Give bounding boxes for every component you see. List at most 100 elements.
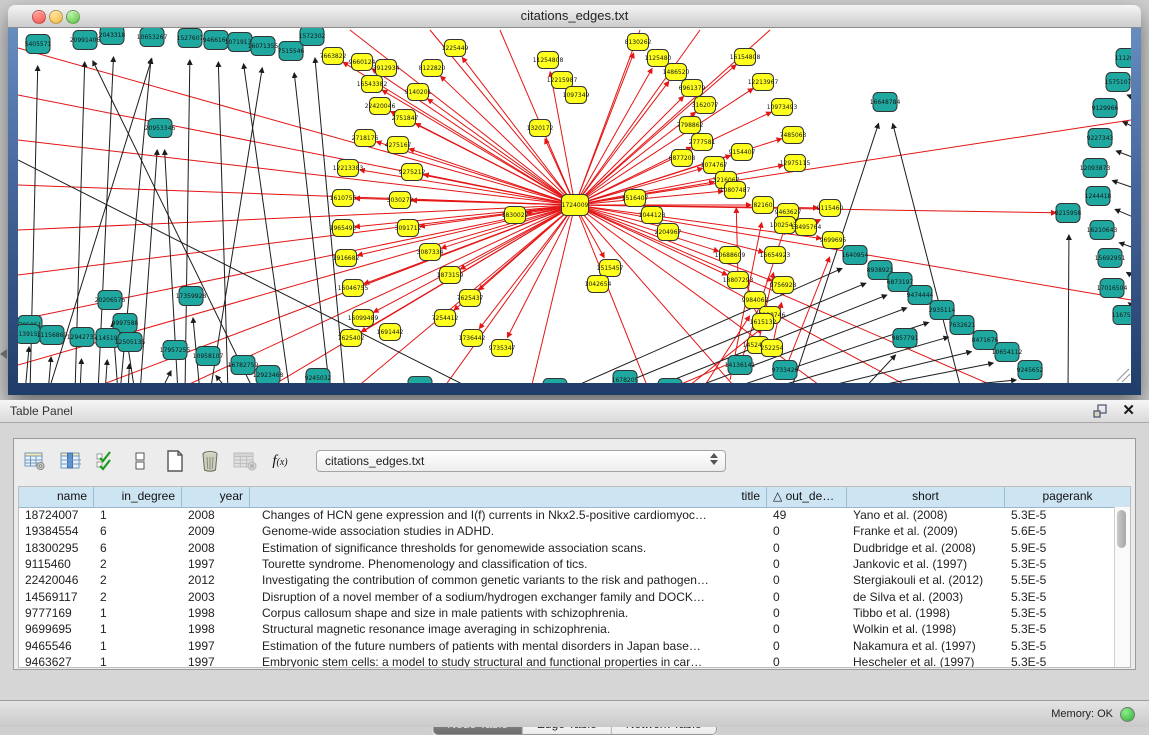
table-row[interactable]: 2242004622012Investigating the contribut… <box>19 572 1115 588</box>
graph-edge-black[interactable] <box>25 347 29 383</box>
panel-collapse-arrow-icon[interactable] <box>0 349 7 359</box>
graph-node[interactable]: 7625437 <box>457 290 484 307</box>
graph-node[interactable]: 3091712 <box>395 220 422 237</box>
table-row[interactable]: 969969511998Structural magnetic resonanc… <box>19 621 1115 637</box>
graph-node[interactable]: 1678205 <box>612 371 639 384</box>
graph-node[interactable]: 4275167 <box>385 137 412 154</box>
graph-node[interactable]: 1225449 <box>442 40 469 57</box>
graph-node[interactable]: 2204967 <box>655 224 682 241</box>
table-row[interactable]: 946554611997Estimation of the future num… <box>19 637 1115 653</box>
graph-node[interactable]: 8130262 <box>625 34 652 51</box>
graph-edge-red[interactable] <box>428 99 575 205</box>
table-settings-button[interactable] <box>22 448 48 474</box>
graph-node[interactable]: 7254412 <box>432 310 459 327</box>
graph-node[interactable]: 9699695 <box>820 232 847 249</box>
graph-edge-black[interactable] <box>48 357 51 383</box>
graph-node[interactable]: 7515546 <box>278 42 305 61</box>
graph-node[interactable]: 1873159 <box>437 267 464 284</box>
table-selector-dropdown[interactable]: citations_edges.txt <box>316 450 726 472</box>
graph-node[interactable]: 5405571 <box>25 35 52 54</box>
graph-node[interactable]: 20953346 <box>145 119 176 138</box>
graph-edge-red[interactable] <box>530 205 575 383</box>
graph-edge-red[interactable] <box>416 123 575 205</box>
graph-node[interactable]: 1610755 <box>330 190 357 207</box>
create-table-button[interactable] <box>162 448 188 474</box>
graph-node[interactable]: 1516407 <box>622 190 649 207</box>
table-row[interactable]: 1872400712008Changes of HCN gene express… <box>19 507 1115 523</box>
graph-node[interactable]: 16654923 <box>760 247 791 264</box>
graph-edge-black[interactable] <box>1112 181 1131 190</box>
rows-button[interactable] <box>127 448 153 474</box>
table-scrollbar-thumb[interactable] <box>1117 510 1126 548</box>
graph-edge-black[interactable] <box>160 371 171 383</box>
graph-node[interactable]: 16648784 <box>870 93 901 112</box>
network-canvas[interactable]: 5405571209914062043318106532671527607946… <box>18 28 1131 383</box>
graph-node[interactable]: 9275212 <box>399 164 426 181</box>
graph-node[interactable]: 9857791 <box>892 329 919 348</box>
table-row[interactable]: 1938455462009Genome-wide association stu… <box>19 523 1115 539</box>
graph-node[interactable]: 9245652 <box>1017 361 1044 380</box>
graph-node[interactable]: 17359928 <box>176 287 207 306</box>
graph-edge-black[interactable] <box>840 363 993 383</box>
graph-edge-black[interactable] <box>800 352 971 383</box>
graph-edge-black[interactable] <box>80 359 82 383</box>
graph-node[interactable]: 7663822 <box>320 48 347 65</box>
graph-node[interactable]: 9227343 <box>1087 129 1114 148</box>
column-header-pagerank[interactable]: pagerank <box>1005 487 1130 507</box>
graph-node[interactable]: 3912934 <box>373 60 400 77</box>
graph-node[interactable]: 1691442 <box>377 324 404 341</box>
graph-node[interactable]: 1244418 <box>1085 187 1112 206</box>
graph-edge-black[interactable] <box>1127 272 1131 280</box>
table-scrollbar[interactable] <box>1114 507 1130 667</box>
graph-node[interactable]: 9129966 <box>1092 99 1119 118</box>
close-panel-icon[interactable]: ✕ <box>1122 401 1135 419</box>
graph-edge-black[interactable] <box>140 150 157 383</box>
graph-node[interactable]: 10958107 <box>193 347 224 366</box>
graph-edge-black[interactable] <box>1068 235 1069 383</box>
graph-node[interactable]: 12213967 <box>748 74 779 91</box>
graph-node[interactable]: 7254061 <box>407 377 434 384</box>
graph-node[interactable]: 3162077 <box>692 97 719 114</box>
table-row[interactable]: 946362711997Embryonic stem cells: a mode… <box>19 654 1115 667</box>
graph-node[interactable]: 14136141 <box>725 356 756 375</box>
graph-edge-black[interactable] <box>210 68 262 383</box>
graph-node[interactable]: 12093873 <box>1080 159 1111 178</box>
graph-node[interactable]: 1572302 <box>299 28 326 46</box>
graph-edge-red[interactable] <box>736 208 738 280</box>
select-mode-button[interactable] <box>92 448 118 474</box>
column-header-in-degree[interactable]: in_degree <box>94 487 182 507</box>
graph-node[interactable]: 16046755 <box>338 280 369 297</box>
table-row[interactable]: 977716911998Corpus callosum shape and si… <box>19 605 1115 621</box>
graph-node[interactable]: 9215958 <box>1055 204 1082 223</box>
graph-node[interactable]: 7485063 <box>780 127 807 144</box>
graph-node[interactable]: 6877208 <box>669 150 696 167</box>
graph-edge-red[interactable] <box>575 205 650 383</box>
column-header-title[interactable]: title <box>250 487 767 507</box>
insert-column-button[interactable] <box>57 448 83 474</box>
resize-grip[interactable] <box>1117 369 1130 382</box>
graph-edge-black[interactable] <box>244 64 290 383</box>
graph-node[interactable]: 9474444 <box>907 286 934 305</box>
graph-node[interactable]: 2718176 <box>352 130 379 147</box>
graph-node[interactable]: 20206576 <box>95 291 126 310</box>
column-header-out-degree[interactable]: △ out_de… <box>767 487 847 507</box>
graph-node[interactable]: 1615132 <box>750 314 777 331</box>
graph-node[interactable]: 16071355 <box>248 37 279 56</box>
graph-node[interactable]: 9245032 <box>305 369 332 384</box>
graph-node[interactable]: 17016504 <box>1097 279 1128 298</box>
graph-node[interactable]: 1167534 <box>1112 306 1131 325</box>
graph-node[interactable]: 1074767 <box>701 157 728 174</box>
graph-edge-black[interactable] <box>128 364 129 383</box>
graph-node[interactable]: 1042654 <box>585 276 612 293</box>
graph-node[interactable]: 12505135 <box>115 333 146 352</box>
float-panel-icon[interactable] <box>1093 404 1109 418</box>
graph-node[interactable]: 8471676 <box>972 331 999 350</box>
graph-node[interactable]: 1736442 <box>459 330 486 347</box>
memory-status-icon[interactable] <box>1120 707 1135 722</box>
graph-node[interactable]: 3030272 <box>387 192 414 209</box>
graph-edge-black[interactable] <box>105 360 107 383</box>
graph-node[interactable]: 1486520 <box>663 64 690 81</box>
graph-node[interactable]: 2043318 <box>99 28 126 45</box>
graph-node[interactable]: 9733426 <box>772 361 799 380</box>
graph-node[interactable]: 82160 <box>753 197 774 214</box>
